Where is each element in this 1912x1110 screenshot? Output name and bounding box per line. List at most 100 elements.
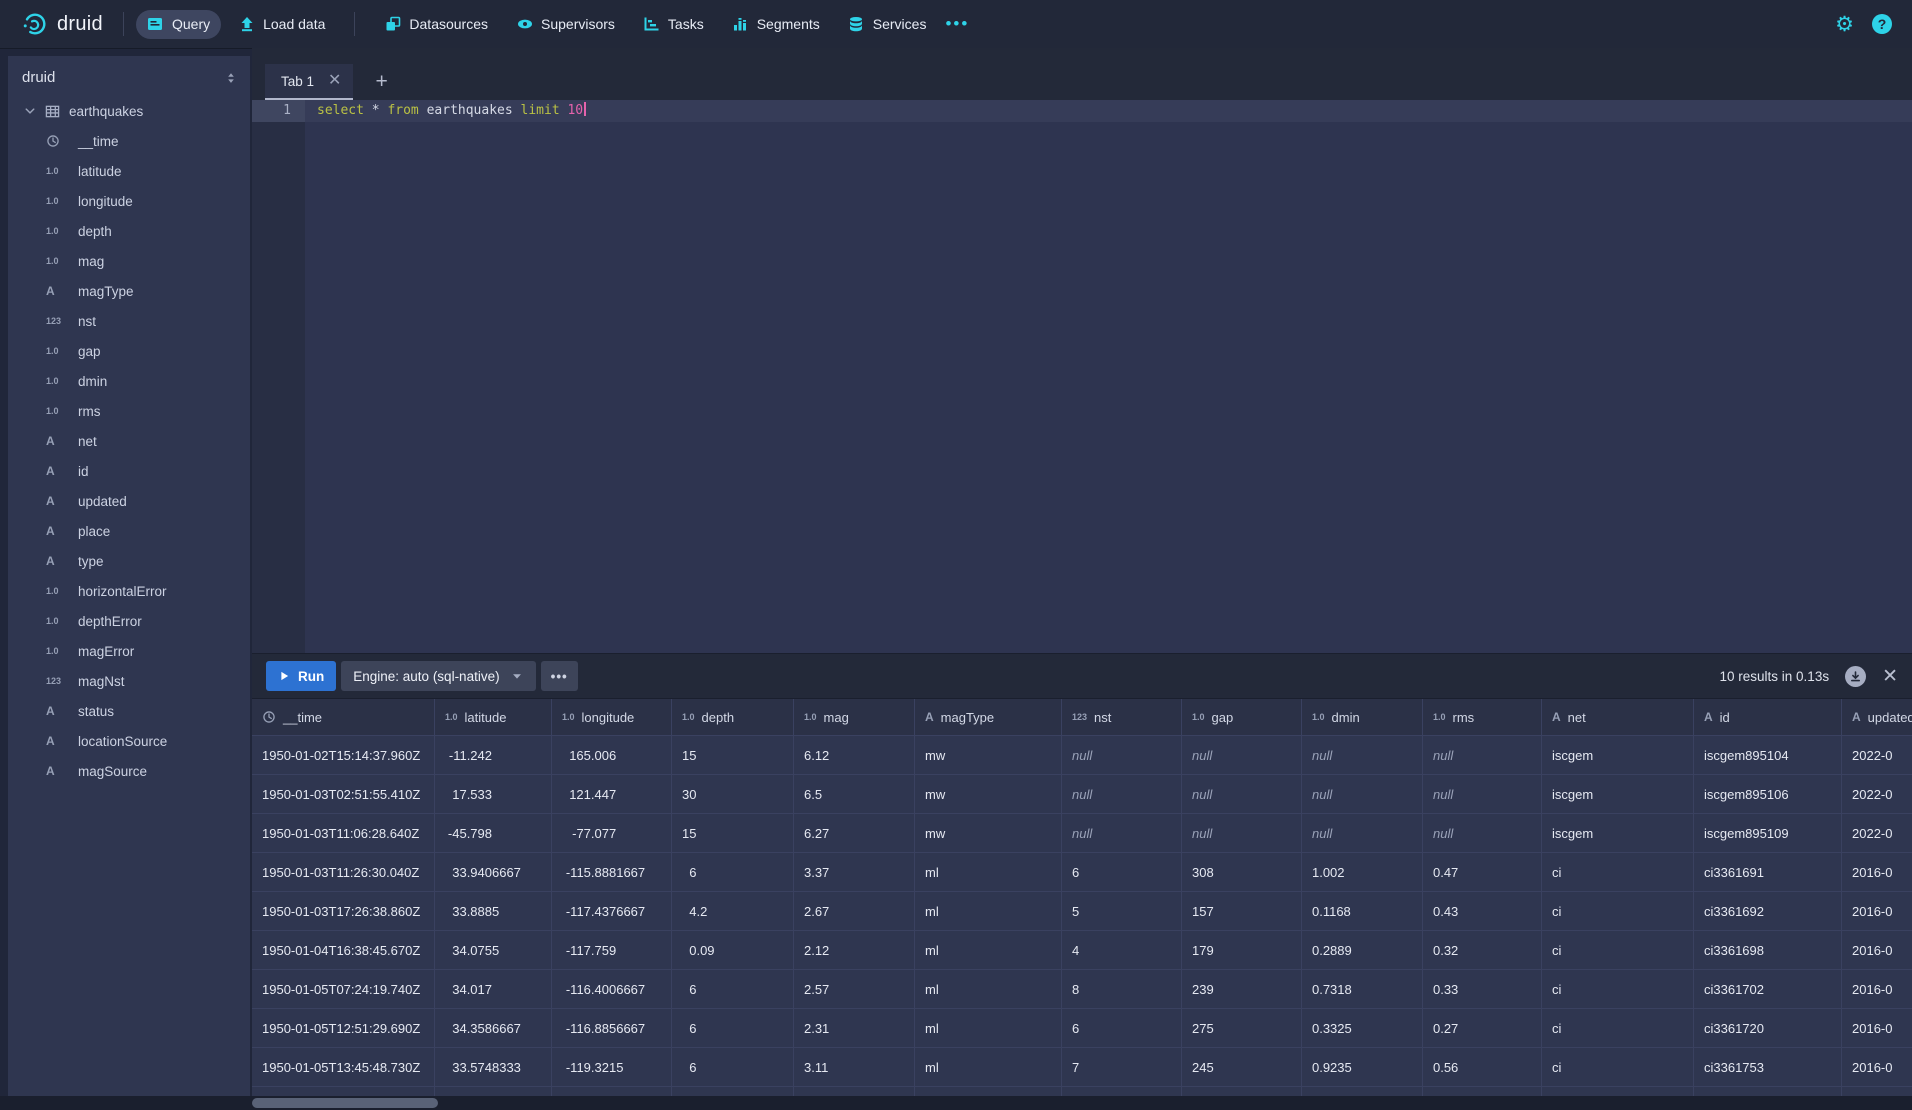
cell-time[interactable]: 1950-01-02T15:14:37.960Z [252, 736, 435, 775]
cell-gap[interactable]: 245 [1182, 1048, 1302, 1087]
cell-updated[interactable]: 2022-0 [1842, 736, 1912, 775]
sidebar-column-nst[interactable]: 123nst [8, 306, 250, 336]
double-caret-vertical-icon[interactable] [224, 71, 238, 85]
cell-magtype[interactable]: ml [915, 931, 1062, 970]
header-cell-depth[interactable]: 1.0depth [672, 699, 794, 736]
sidebar-column-time[interactable]: __time [8, 126, 250, 156]
chevron-down-icon[interactable] [24, 105, 36, 117]
cell-id[interactable]: ci3361702 [1694, 970, 1842, 1009]
cell-longitude[interactable]: -119.3215 [552, 1048, 672, 1087]
sidebar-column-dmin[interactable]: 1.0dmin [8, 366, 250, 396]
header-cell-magtype[interactable]: AmagType [915, 699, 1062, 736]
cell-latitude[interactable]: 34.0755 [435, 931, 552, 970]
cell-nst[interactable]: 7 [1062, 1048, 1182, 1087]
cell-latitude[interactable]: 17.533 [435, 775, 552, 814]
cell-longitude[interactable]: -117.759 [552, 931, 672, 970]
cell-latitude[interactable]: 33.5748333 [435, 1048, 552, 1087]
header-cell-id[interactable]: Aid [1694, 699, 1842, 736]
cell-latitude[interactable]: 33.8885 [435, 892, 552, 931]
cell-depth[interactable]: 15 [672, 814, 794, 853]
cell-rms[interactable]: 0.33 [1423, 970, 1542, 1009]
sidebar-column-depth[interactable]: 1.0depth [8, 216, 250, 246]
cell-longitude[interactable]: -77.077 [552, 814, 672, 853]
cell-dmin[interactable]: 0.3325 [1302, 1009, 1423, 1048]
cell-time[interactable]: 1950-01-03T11:26:30.040Z [252, 853, 435, 892]
cell-depth[interactable]: 15 [672, 736, 794, 775]
cell-nst[interactable]: null [1062, 814, 1182, 853]
cell-rms[interactable]: 0.47 [1423, 853, 1542, 892]
cell-magtype[interactable]: mw [915, 736, 1062, 775]
sidebar-column-magerror[interactable]: 1.0magError [8, 636, 250, 666]
sidebar-table-earthquakes[interactable]: earthquakes [8, 96, 250, 126]
header-cell-longitude[interactable]: 1.0longitude [552, 699, 672, 736]
cell-nst[interactable]: null [1062, 736, 1182, 775]
cell-updated[interactable]: 2016-0 [1842, 892, 1912, 931]
cell-updated[interactable]: 2016-0 [1842, 853, 1912, 892]
cell-nst[interactable]: 6 [1062, 853, 1182, 892]
nav-item-supervisors[interactable]: Supervisors [505, 10, 626, 39]
cell-mag[interactable]: 6.5 [794, 775, 915, 814]
cell-longitude[interactable]: 165.006 [552, 736, 672, 775]
sidebar-column-status[interactable]: Astatus [8, 696, 250, 726]
cell-longitude[interactable]: -117.4376667 [552, 892, 672, 931]
cell-time[interactable]: 1950-01-04T16:38:45.670Z [252, 931, 435, 970]
cell-latitude[interactable]: 33.9406667 [435, 853, 552, 892]
cell-net[interactable] [1542, 1087, 1694, 1096]
cell-net[interactable]: iscgem [1542, 775, 1694, 814]
cell-dmin[interactable]: 0.7318 [1302, 970, 1423, 1009]
help-icon[interactable]: ? [1872, 14, 1892, 34]
cell-depth[interactable]: 6 [672, 1009, 794, 1048]
cell-mag[interactable]: 2.31 [794, 1009, 915, 1048]
cell-gap[interactable]: 308 [1182, 853, 1302, 892]
sidebar-column-longitude[interactable]: 1.0longitude [8, 186, 250, 216]
cell-updated[interactable]: 2016-0 [1842, 1048, 1912, 1087]
settings-gear-icon[interactable]: ⚙ [1835, 14, 1854, 35]
sidebar-column-latitude[interactable]: 1.0latitude [8, 156, 250, 186]
cell-net[interactable]: ci [1542, 931, 1694, 970]
cell-net[interactable]: ci [1542, 892, 1694, 931]
sidebar-column-rms[interactable]: 1.0rms [8, 396, 250, 426]
cell-id[interactable]: iscgem895104 [1694, 736, 1842, 775]
cell-time[interactable]: 1950-01-03T02:51:55.410Z [252, 775, 435, 814]
cell-dmin[interactable]: 1.002 [1302, 853, 1423, 892]
nav-item-services[interactable]: Services [837, 10, 938, 39]
nav-item-query[interactable]: Query [136, 10, 221, 39]
cell-id[interactable]: ci3361692 [1694, 892, 1842, 931]
cell-updated[interactable]: 2016-0 [1842, 931, 1912, 970]
cell-time[interactable]: 1950-01-05T13:45:48.730Z [252, 1048, 435, 1087]
sql-editor[interactable]: 1 select * from earthquakes limit 10 [252, 100, 1912, 653]
cell-updated[interactable]: 2022-0 [1842, 814, 1912, 853]
header-cell-time[interactable]: __time [252, 699, 435, 736]
sidebar-column-gap[interactable]: 1.0gap [8, 336, 250, 366]
cell-gap[interactable]: null [1182, 814, 1302, 853]
sidebar-column-net[interactable]: Anet [8, 426, 250, 456]
cell-mag[interactable]: 3.37 [794, 853, 915, 892]
cell-rms[interactable]: 0.27 [1423, 1009, 1542, 1048]
cell-magtype[interactable]: ml [915, 1009, 1062, 1048]
header-cell-dmin[interactable]: 1.0dmin [1302, 699, 1423, 736]
cell-gap[interactable]: null [1182, 736, 1302, 775]
cell-longitude[interactable]: -115.8881667 [552, 853, 672, 892]
cell-gap[interactable]: 179 [1182, 931, 1302, 970]
cell-depth[interactable]: 0.09 [672, 931, 794, 970]
cell-id[interactable]: iscgem895109 [1694, 814, 1842, 853]
cell-longitude[interactable]: -116.4006667 [552, 970, 672, 1009]
cell-magtype[interactable]: ml [915, 970, 1062, 1009]
add-tab-icon[interactable]: + [369, 70, 393, 100]
cell-time[interactable] [252, 1087, 435, 1096]
nav-more-icon[interactable]: ••• [937, 10, 977, 38]
cell-id[interactable] [1694, 1087, 1842, 1096]
cell-id[interactable]: ci3361753 [1694, 1048, 1842, 1087]
nav-item-segments[interactable]: Segments [721, 10, 831, 39]
cell-magtype[interactable]: ml [915, 853, 1062, 892]
cell-dmin[interactable]: 0.1168 [1302, 892, 1423, 931]
tab-close-icon[interactable]: ✕ [328, 73, 341, 89]
cell-time[interactable]: 1950-01-03T11:06:28.640Z [252, 814, 435, 853]
cell-rms[interactable]: 0.32 [1423, 931, 1542, 970]
cell-longitude[interactable]: -116.8856667 [552, 1009, 672, 1048]
cell-gap[interactable]: null [1182, 775, 1302, 814]
cell-id[interactable]: iscgem895106 [1694, 775, 1842, 814]
cell-time[interactable]: 1950-01-05T12:51:29.690Z [252, 1009, 435, 1048]
cell-time[interactable]: 1950-01-05T07:24:19.740Z [252, 970, 435, 1009]
close-results-icon[interactable]: ✕ [1882, 667, 1898, 686]
